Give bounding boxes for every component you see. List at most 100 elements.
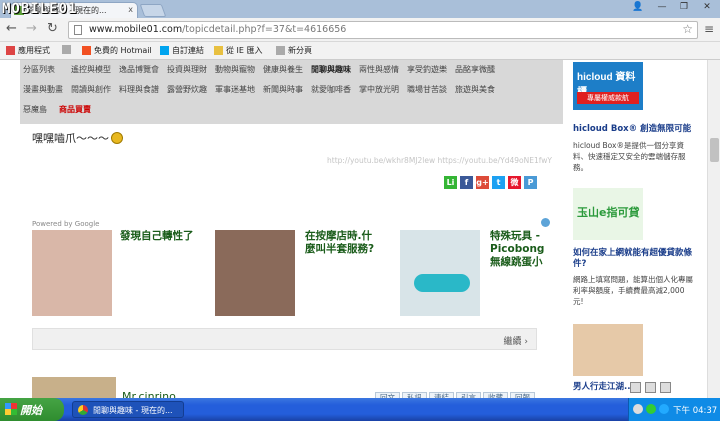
scrollbar-thumb[interactable] (710, 138, 719, 162)
category-link[interactable]: 逸品博覽會 (119, 64, 159, 75)
category-link[interactable]: 享受釣遊樂 (407, 64, 447, 75)
more-button[interactable]: 繼續 › (504, 334, 528, 347)
bookmark-icon (160, 46, 169, 55)
settings-icon[interactable] (660, 382, 671, 393)
hicloud-title[interactable]: hicloud Box® 創造無限可能 (573, 124, 703, 135)
bookmark-icon (276, 46, 285, 55)
category-link[interactable]: 料理與食譜 (119, 84, 159, 95)
twitter-share-icon[interactable]: t (492, 176, 505, 189)
category-link[interactable]: 商品買賣 (59, 104, 91, 115)
bookmarks-bar: 應用程式 免費的 Hotmail 自訂連結從 IE 匯入 新分頁 (0, 42, 720, 60)
chrome-icon (78, 405, 88, 415)
post-text: 嘿嘿嚙爪～～～ (32, 130, 123, 146)
bookmark-icon (82, 46, 91, 55)
update-icon[interactable] (659, 404, 669, 414)
category-link[interactable]: 遙控與模型 (71, 64, 111, 75)
category-link[interactable]: 惡魔島 (23, 104, 47, 115)
smiley-emoji-icon (111, 132, 123, 144)
browser-toolbar: ← → ↻ www.mobile01.com/topicdetail.php?f… (0, 18, 720, 42)
category-link[interactable]: 新聞與時事 (263, 84, 303, 95)
reload-icon[interactable]: ↻ (47, 22, 58, 36)
tab-strip: 閒聊與趣味 - 現在的... x MOBILE01 👤 — ❐ ✕ (0, 0, 720, 18)
bookmark-icon (214, 46, 223, 55)
maximize-button[interactable]: ❐ (674, 1, 694, 14)
minimize-button[interactable]: — (652, 1, 672, 14)
category-link[interactable]: 分區列表 (23, 64, 55, 75)
man-ad-image[interactable] (573, 324, 643, 376)
author-avatar[interactable] (32, 377, 116, 398)
close-button[interactable]: ✕ (696, 1, 718, 14)
category-link[interactable]: 投資與理財 (167, 64, 207, 75)
right-sidebar: hicloud 資料櫃 專屬權威款航 hicloud Box® 創造無限可能 h… (563, 60, 707, 398)
category-nav: 分區列表 遙控與模型 逸品博覽會 投資與理財 動物與寵物 健康與養生 閒聊與趣味 兩性與感情享… (20, 60, 563, 124)
category-link[interactable]: 漫畫與動畫 (23, 84, 63, 95)
category-link[interactable]: 露營野炊趣 (167, 84, 207, 95)
bookmark-item[interactable]: 新分頁 (276, 45, 312, 56)
forward-arrow-icon[interactable]: → (26, 22, 37, 36)
category-link[interactable]: 掌中放光明 (359, 84, 399, 95)
facebook-share-icon[interactable]: f (460, 176, 473, 189)
scrollbar[interactable] (707, 60, 720, 398)
taskbar-chrome-item[interactable]: 閒聊與趣味 - 現在的... (72, 401, 184, 418)
back-arrow-icon[interactable]: ← (6, 22, 17, 36)
menu-icon[interactable]: ≡ (704, 22, 714, 36)
ad-image-1[interactable] (32, 230, 112, 316)
google-ads: Powered by Google 發現自己轉性了 在按摩店時.什麼叫半套服務?… (32, 214, 552, 318)
ad-title-2[interactable]: 在按摩店時.什麼叫半套服務? (305, 230, 381, 256)
category-link[interactable]: 軍事迷基地 (215, 84, 255, 95)
yushan-title[interactable]: 如何在家上網就能有超優貸款條件? (573, 248, 703, 270)
video-links[interactable]: http://youtu.be/wkhr8MJ2lew https://yout… (327, 156, 552, 165)
category-link[interactable]: 品酩享微醺 (455, 64, 495, 75)
weibo-share-icon[interactable]: 微 (508, 176, 521, 189)
yushan-banner[interactable]: 玉山e指可貸 (573, 188, 643, 240)
page-content: 分區列表 遙控與模型 逸品博覽會 投資與理財 動物與寵物 健康與養生 閒聊與趣味 兩性與感情享… (0, 60, 720, 398)
tab-close-icon[interactable]: x (128, 5, 133, 14)
network-icon[interactable] (646, 404, 656, 414)
url-path: /topicdetail.php?f=37&t=4616656 (182, 24, 347, 35)
category-link[interactable]: 兩性與感情 (359, 64, 399, 75)
ad-title-1[interactable]: 發現自己轉性了 (120, 230, 196, 243)
author-name[interactable]: Mr.cinrino (122, 390, 176, 398)
category-link[interactable]: 職場甘苦談 (407, 84, 447, 95)
plurk-share-icon[interactable]: P (524, 176, 537, 189)
start-button[interactable]: 開始 (0, 398, 64, 421)
system-tray: 下午 04:37 (628, 398, 720, 421)
google-plus-share-icon[interactable]: g+ (476, 176, 489, 189)
floating-icons (630, 382, 671, 393)
powered-by-google: Powered by Google (32, 220, 100, 228)
clock: 下午 04:37 (673, 406, 718, 416)
post-area: 嘿嘿嚙爪～～～ http://youtu.be/wkhr8MJ2lew http… (20, 124, 563, 398)
category-link[interactable]: 健康與養生 (263, 64, 303, 75)
bookmark-item[interactable]: 從 IE 匯入 (214, 45, 263, 56)
bookmark-star-icon[interactable]: ☆ (682, 22, 693, 36)
url-host: www.mobile01.com (89, 24, 183, 35)
new-tab-button[interactable] (139, 4, 167, 17)
mobile01-logo: MOBILE01 (2, 1, 78, 17)
category-link[interactable]: 就愛咖啡香 (311, 84, 351, 95)
line-share-icon[interactable]: Li (444, 176, 457, 189)
yushan-body: 網路上填寫問題，能算出個人化專屬利率與額度，手續費最高減2,000元! (573, 275, 693, 306)
category-link[interactable]: 閱讀與創作 (71, 84, 111, 95)
bookmark-item[interactable]: 應用程式 (6, 45, 50, 56)
bookmark-icon (62, 45, 71, 54)
category-link[interactable]: 閒聊與趣味 (311, 64, 351, 75)
ad-image-3[interactable] (400, 230, 480, 316)
category-link[interactable]: 動物與寵物 (215, 64, 255, 75)
user-icon[interactable]: 👤 (628, 1, 648, 14)
hicloud-banner[interactable]: hicloud 資料櫃 專屬權威款航 (573, 62, 643, 110)
keyboard-icon[interactable] (630, 382, 641, 393)
volume-icon[interactable] (633, 404, 643, 414)
adchoices-icon[interactable] (541, 218, 550, 227)
share-bar: Li f g+ t 微 P (444, 176, 537, 189)
taskbar: 開始 閒聊與趣味 - 現在的... 下午 04:37 (0, 398, 720, 421)
ad-image-2[interactable] (215, 230, 295, 316)
bookmark-item[interactable]: 自訂連結 (160, 45, 204, 56)
bookmark-icon (6, 46, 15, 55)
bookmark-item[interactable] (62, 45, 71, 54)
page-icon (74, 25, 82, 35)
help-icon[interactable] (645, 382, 656, 393)
bookmark-item[interactable]: 免費的 Hotmail (82, 45, 152, 56)
category-link[interactable]: 旅遊與美食 (455, 84, 495, 95)
address-bar[interactable]: www.mobile01.com/topicdetail.php?f=37&t=… (68, 21, 698, 39)
ad-title-3[interactable]: 特殊玩具 -Picobong 無線跳蛋小 (490, 230, 552, 269)
